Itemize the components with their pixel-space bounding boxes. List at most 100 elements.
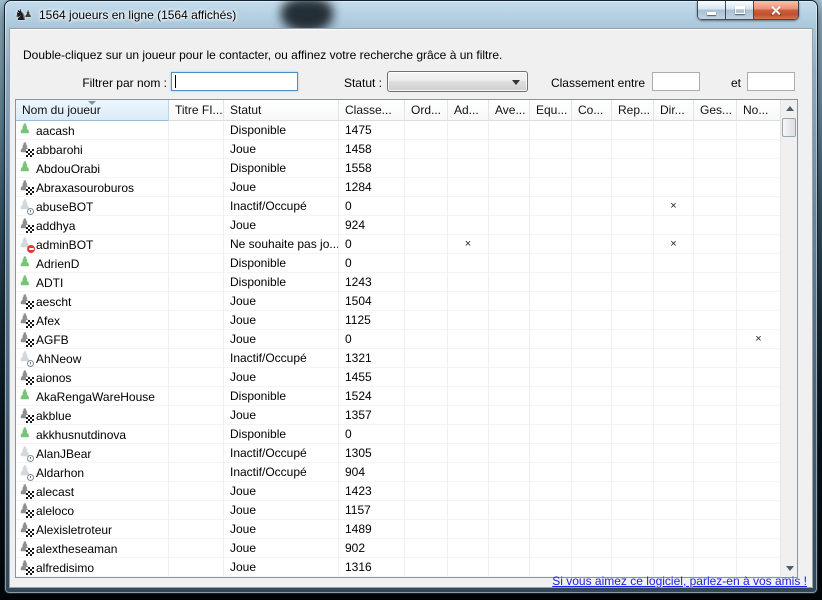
column-header-co[interactable]: Co... (572, 100, 612, 121)
cell-ges (694, 482, 737, 501)
player-name: aacash (36, 122, 75, 140)
cell-title (169, 368, 224, 387)
table-row[interactable]: ♟AbraxasouroburosJoue1284 (16, 178, 780, 197)
cell-co (572, 216, 612, 235)
table-row[interactable]: ♟AldarhonInactif/Occupé904 (16, 463, 780, 482)
table-body: ♟aacashDisponible1475♟abbarohiJoue1458♟A… (16, 121, 780, 577)
players-table: Nom du joueurTitre FI...Statut Classe... O… (15, 99, 798, 578)
pawn-playing-icon: ♟ (18, 180, 33, 196)
cell-dir (654, 482, 694, 501)
cell-co (572, 368, 612, 387)
cell-dir (654, 349, 694, 368)
player-name: akkhusnutdinova (36, 426, 126, 444)
cell-name: ♟alextheseaman (16, 539, 169, 558)
titlebar[interactable]: ♞♟ 1564 joueurs en ligne (1564 affichés) (5, 1, 817, 28)
cell-dir (654, 444, 694, 463)
player-name: ADTI (36, 274, 63, 292)
table-row[interactable]: ♟AlexisletroteurJoue1489 (16, 520, 780, 539)
vertical-scrollbar[interactable] (780, 100, 797, 577)
cell-rating: 1524 (339, 387, 405, 406)
table-row[interactable]: ♟AbdouOrabiDisponible1558 (16, 159, 780, 178)
cell-ges (694, 425, 737, 444)
rating-min-input[interactable] (652, 72, 700, 91)
cell-ord (405, 235, 448, 254)
table-row[interactable]: ♟aacashDisponible1475 (16, 121, 780, 140)
cell-name: ♟aescht (16, 292, 169, 311)
app-icon-pawn: ♟ (24, 6, 32, 24)
cell-name: ♟AbdouOrabi (16, 159, 169, 178)
cell-ges (694, 520, 737, 539)
column-header-name[interactable]: Nom du joueur (16, 100, 169, 121)
pawn-available-icon: ♟ (18, 161, 33, 177)
pawn-playing-icon: ♟ (18, 522, 33, 538)
cell-rep (612, 368, 654, 387)
pawn-playing-icon: ♟ (18, 503, 33, 519)
share-link[interactable]: Si vous aimez ce logiciel, parlez-en à v… (552, 574, 807, 588)
cell-name: ♟AdrienD (16, 254, 169, 273)
table-row[interactable]: ♟alecastJoue1423 (16, 482, 780, 501)
cell-ad (448, 121, 489, 140)
footer: Si vous aimez ce logiciel, parlez-en à v… (10, 572, 812, 587)
table-row[interactable]: ♟AGFBJoue0× (16, 330, 780, 349)
cell-ord (405, 254, 448, 273)
cell-name: ♟addhya (16, 216, 169, 235)
cell-co (572, 349, 612, 368)
table-row[interactable]: ♟adminBOTNe souhaite pas jo...0×× (16, 235, 780, 254)
column-header-no[interactable]: No... (737, 100, 781, 121)
cell-ges (694, 463, 737, 482)
column-header-dir[interactable]: Dir... (654, 100, 694, 121)
column-header-status[interactable]: Statut (224, 100, 339, 121)
table-row[interactable]: ♟AlanJBearInactif/Occupé1305 (16, 444, 780, 463)
cell-ges (694, 197, 737, 216)
cell-equ (530, 197, 572, 216)
column-header-rep[interactable]: Rep... (612, 100, 654, 121)
cell-co (572, 501, 612, 520)
close-button[interactable] (754, 1, 799, 20)
table-row[interactable]: ♟AdrienDDisponible0 (16, 254, 780, 273)
player-name: alecast (36, 483, 74, 501)
cell-ad (448, 292, 489, 311)
filter-name-input[interactable] (171, 72, 298, 91)
column-header-equ[interactable]: Equ... (530, 100, 572, 121)
table-row[interactable]: ♟AkaRengaWareHouseDisponible1524 (16, 387, 780, 406)
table-row[interactable]: ♟akblueJoue1357 (16, 406, 780, 425)
column-header-label: Classe... (345, 103, 392, 117)
maximize-button[interactable] (726, 1, 754, 20)
cell-ord (405, 159, 448, 178)
cell-rep (612, 444, 654, 463)
column-header-ges[interactable]: Ges... (694, 100, 737, 121)
scroll-up-button[interactable] (781, 100, 798, 117)
cell-title (169, 387, 224, 406)
cell-status: Disponible (224, 425, 339, 444)
cell-name: ♟Afex (16, 311, 169, 330)
column-header-ave[interactable]: Ave... (489, 100, 530, 121)
cell-ord (405, 178, 448, 197)
scrollbar-thumb[interactable] (782, 118, 796, 137)
cell-dir (654, 292, 694, 311)
table-row[interactable]: ♟abbarohiJoue1458 (16, 140, 780, 159)
rating-max-input[interactable] (747, 72, 795, 91)
column-header-ord[interactable]: Ord... (405, 100, 448, 121)
pawn-playing-icon: ♟ (18, 142, 33, 158)
table-row[interactable]: ♟AfexJoue1125 (16, 311, 780, 330)
table-row[interactable]: ♟abuseBOTInactif/Occupé0× (16, 197, 780, 216)
minimize-button[interactable] (697, 1, 726, 20)
table-row[interactable]: ♟alelocoJoue1157 (16, 501, 780, 520)
cell-ave (489, 197, 530, 216)
cell-title (169, 349, 224, 368)
table-row[interactable]: ♟addhyaJoue924 (16, 216, 780, 235)
cell-status: Joue (224, 501, 339, 520)
table-row[interactable]: ♟aionosJoue1455 (16, 368, 780, 387)
column-header-ad[interactable]: Ad... (448, 100, 489, 121)
table-row[interactable]: ♟AhNeowInactif/Occupé1321 (16, 349, 780, 368)
table-row[interactable]: ♟aeschtJoue1504 (16, 292, 780, 311)
column-header-rating[interactable]: Classe... (339, 100, 405, 121)
cell-equ (530, 178, 572, 197)
column-header-title[interactable]: Titre FI... (169, 100, 224, 121)
table-row[interactable]: ♟ADTIDisponible1243 (16, 273, 780, 292)
cell-rating: 924 (339, 216, 405, 235)
table-row[interactable]: ♟akkhusnutdinovaDisponible0 (16, 425, 780, 444)
cell-ord (405, 311, 448, 330)
cell-ad (448, 463, 489, 482)
table-row[interactable]: ♟alextheseamanJoue902 (16, 539, 780, 558)
